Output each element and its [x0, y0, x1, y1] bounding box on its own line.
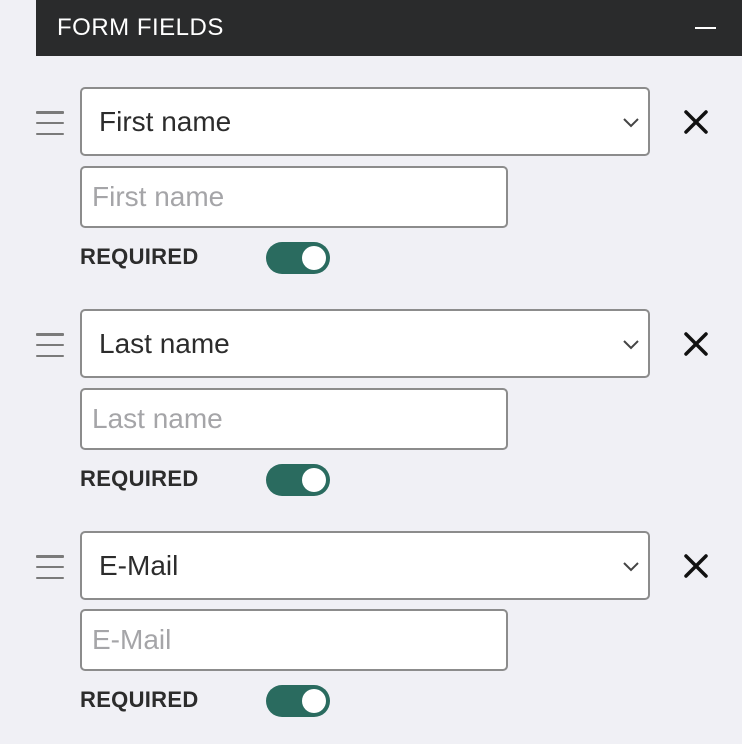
field-label-input[interactable]	[80, 388, 508, 450]
chevron-down-icon	[623, 117, 639, 127]
panel-header: FORM FIELDS	[36, 0, 742, 56]
remove-field-button[interactable]	[682, 552, 710, 580]
collapse-button[interactable]	[694, 17, 716, 39]
form-field-last-name: Last name REQUIRED	[0, 309, 742, 509]
chevron-down-icon	[623, 339, 639, 349]
drag-handle-icon[interactable]	[36, 111, 64, 135]
toggle-knob	[302, 689, 326, 713]
field-type-value: Last name	[99, 327, 230, 359]
required-label: REQUIRED	[80, 466, 199, 491]
toggle-knob	[302, 246, 326, 270]
required-label: REQUIRED	[80, 244, 199, 269]
remove-field-button[interactable]	[682, 330, 710, 358]
panel-title: FORM FIELDS	[57, 14, 224, 41]
required-toggle[interactable]	[266, 242, 330, 274]
field-type-select[interactable]: Last name	[80, 309, 650, 378]
remove-field-button[interactable]	[682, 108, 710, 136]
field-type-value: E-Mail	[99, 549, 179, 581]
drag-handle-icon[interactable]	[36, 555, 64, 579]
required-label: REQUIRED	[80, 687, 199, 712]
field-type-select[interactable]: First name	[80, 87, 650, 156]
field-type-select[interactable]: E-Mail	[80, 531, 650, 600]
form-field-email: E-Mail REQUIRED	[0, 531, 742, 731]
required-toggle[interactable]	[266, 685, 330, 717]
field-label-input[interactable]	[80, 609, 508, 671]
field-type-value: First name	[99, 105, 232, 137]
minus-icon	[694, 27, 716, 29]
drag-handle-icon[interactable]	[36, 333, 64, 357]
form-field-first-name: First name REQUIRED	[0, 87, 742, 287]
required-toggle[interactable]	[266, 464, 330, 496]
field-label-input[interactable]	[80, 166, 508, 228]
chevron-down-icon	[623, 561, 639, 571]
toggle-knob	[302, 468, 326, 492]
